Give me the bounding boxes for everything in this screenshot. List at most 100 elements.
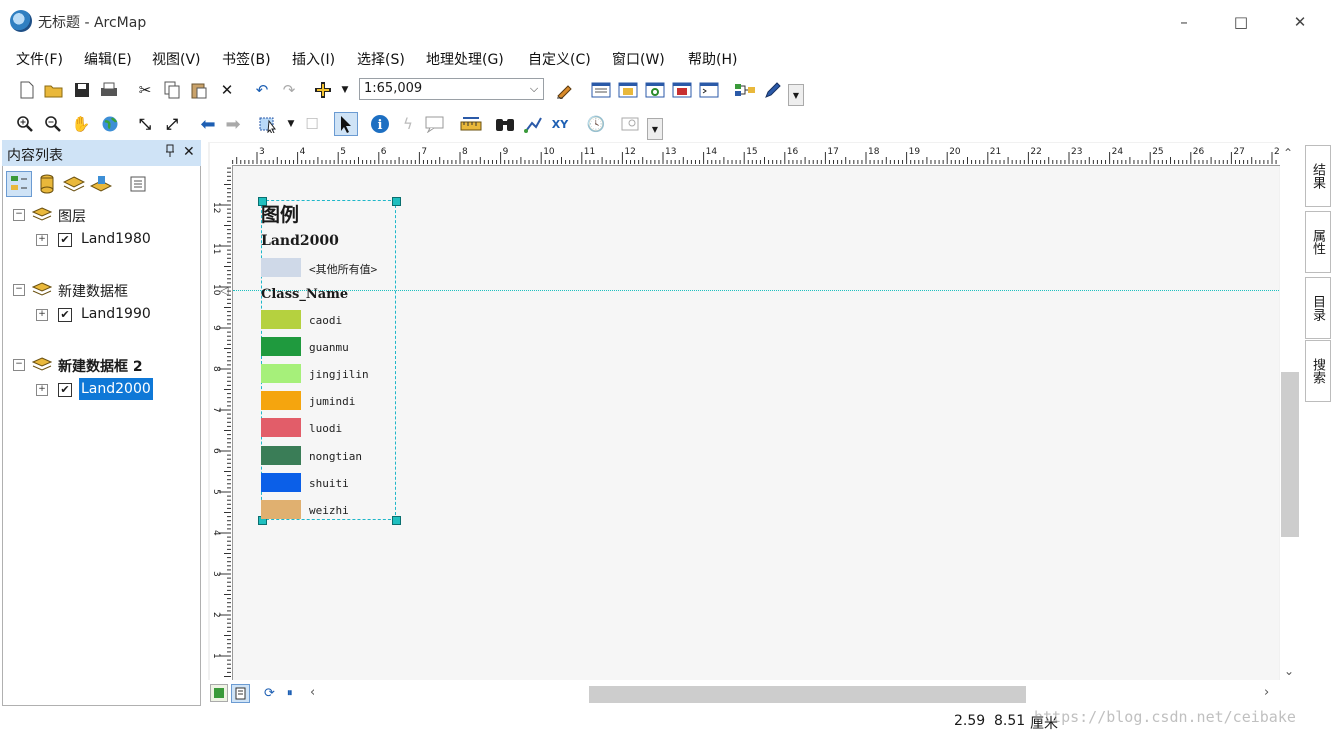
layer-visibility-checkbox[interactable]: ✔ xyxy=(58,233,72,247)
scroll-down-icon[interactable]: ⌄ xyxy=(1284,664,1294,678)
identify-icon[interactable]: i xyxy=(369,113,391,135)
close-button[interactable]: ✕ xyxy=(1282,8,1318,36)
scroll-left-icon[interactable]: ‹ xyxy=(310,685,315,700)
ruler-label: 7 xyxy=(211,407,221,413)
list-by-source-icon[interactable] xyxy=(36,173,58,195)
menu-customize[interactable]: 自定义(C) xyxy=(528,49,591,69)
go-to-xy-icon[interactable]: XY xyxy=(549,113,571,135)
back-extent-icon[interactable]: ⬅ xyxy=(197,113,219,135)
layer-visibility-checkbox[interactable]: ✔ xyxy=(58,383,72,397)
menu-insert[interactable]: 插入(I) xyxy=(292,49,335,69)
data-frame-name[interactable]: 图层 xyxy=(58,206,86,226)
arctoolbox-icon[interactable] xyxy=(671,79,693,101)
layer-expand-toggle[interactable]: + xyxy=(36,234,48,246)
new-document-icon[interactable] xyxy=(16,79,38,101)
menu-edit[interactable]: 编辑(E) xyxy=(84,49,132,69)
menu-help[interactable]: 帮助(H) xyxy=(688,49,737,69)
layout-view-icon[interactable] xyxy=(231,684,250,703)
customize-pen-icon[interactable] xyxy=(762,79,784,101)
add-data-icon[interactable] xyxy=(312,79,334,101)
save-icon[interactable] xyxy=(71,79,93,101)
add-data-dropdown-icon[interactable]: ▼ xyxy=(334,79,356,101)
select-elements-arrow-icon[interactable] xyxy=(334,112,358,136)
scroll-right-icon[interactable]: › xyxy=(1264,685,1269,700)
select-features-icon[interactable] xyxy=(258,113,280,135)
redo-icon[interactable]: ↷ xyxy=(278,79,300,101)
active-data-frame-name[interactable]: 新建数据框 2 xyxy=(58,356,143,376)
attributes-dock-tab[interactable]: 属性 xyxy=(1305,211,1331,273)
minimize-button[interactable]: – xyxy=(1166,8,1202,36)
fixed-zoom-in-icon[interactable]: ⤡ xyxy=(134,113,156,135)
find-binoculars-icon[interactable] xyxy=(494,113,516,135)
menu-window[interactable]: 窗口(W) xyxy=(612,49,665,69)
select-dropdown-icon[interactable]: ▼ xyxy=(280,113,302,135)
map-scale-input[interactable]: 1:65,009 xyxy=(359,78,544,100)
search-window-icon[interactable] xyxy=(644,79,666,101)
forward-extent-icon[interactable]: ➡ xyxy=(222,113,244,135)
paste-icon[interactable] xyxy=(188,79,210,101)
hyperlink-icon[interactable]: ϟ xyxy=(397,113,419,135)
layer-visibility-checkbox[interactable]: ✔ xyxy=(58,308,72,322)
resize-handle[interactable] xyxy=(392,516,401,525)
find-route-icon[interactable] xyxy=(522,113,544,135)
print-icon[interactable] xyxy=(98,79,120,101)
selected-layer-name[interactable]: Land2000 xyxy=(79,378,153,400)
toc-pin-icon[interactable] xyxy=(165,144,175,162)
vertical-scroll-thumb[interactable] xyxy=(1281,372,1299,537)
data-frame-name[interactable]: 新建数据框 xyxy=(58,281,128,301)
horizontal-scroll-thumb[interactable] xyxy=(589,686,1026,703)
time-slider-icon[interactable]: 🕓 xyxy=(585,113,607,135)
zoom-out-icon[interactable] xyxy=(42,113,64,135)
copy-icon[interactable] xyxy=(161,79,183,101)
menu-file[interactable]: 文件(F) xyxy=(16,49,63,69)
refresh-icon[interactable]: ⟳ xyxy=(264,686,275,701)
zoom-in-icon[interactable] xyxy=(14,113,36,135)
catalog-window-icon[interactable] xyxy=(617,79,639,101)
menu-bookmarks[interactable]: 书签(B) xyxy=(222,49,271,69)
toolbar-options-icon[interactable]: ▼ xyxy=(788,84,804,106)
menu-geoprocessing[interactable]: 地理处理(G) xyxy=(426,49,504,69)
toc-options-icon[interactable] xyxy=(127,173,149,195)
create-viewer-window-icon[interactable] xyxy=(620,113,642,135)
results-dock-tab[interactable]: 结果 xyxy=(1305,145,1331,207)
list-by-visibility-icon[interactable] xyxy=(63,173,85,195)
delete-icon[interactable]: ✕ xyxy=(216,79,238,101)
scale-dropdown-icon[interactable]: ⌵ xyxy=(525,80,543,98)
modelbuilder-icon[interactable] xyxy=(734,79,756,101)
clear-selection-icon[interactable]: ☐ xyxy=(301,113,323,135)
layer-expand-toggle[interactable]: + xyxy=(36,384,48,396)
pause-drawing-icon[interactable]: ⏸ xyxy=(287,686,293,700)
legend-label-other: <其他所有值> xyxy=(309,263,378,276)
frame-collapse-toggle[interactable]: − xyxy=(13,284,25,296)
layer-name[interactable]: Land1990 xyxy=(81,306,151,322)
editor-toolbar-icon[interactable] xyxy=(554,79,576,101)
toc-close-icon[interactable]: ✕ xyxy=(183,144,195,160)
maximize-button[interactable]: □ xyxy=(1223,8,1259,36)
layer-name[interactable]: Land1980 xyxy=(81,231,151,247)
toolbar2-options-icon[interactable]: ▼ xyxy=(647,118,663,140)
layer-expand-toggle[interactable]: + xyxy=(36,309,48,321)
list-by-selection-icon[interactable] xyxy=(90,173,112,195)
resize-handle[interactable] xyxy=(392,197,401,206)
pan-hand-icon[interactable]: ✋ xyxy=(70,113,92,135)
menu-view[interactable]: 视图(V) xyxy=(152,49,201,69)
scroll-up-icon[interactable]: ⌃ xyxy=(1283,146,1293,160)
search-dock-tab[interactable]: 搜索 xyxy=(1305,340,1331,402)
html-popup-icon[interactable] xyxy=(424,113,446,135)
full-extent-globe-icon[interactable] xyxy=(99,113,121,135)
catalog-dock-tab[interactable]: 目录 xyxy=(1305,277,1331,339)
cut-icon[interactable]: ✂ xyxy=(134,79,156,101)
open-folder-icon[interactable] xyxy=(43,79,65,101)
measure-icon[interactable] xyxy=(460,113,482,135)
python-window-icon[interactable] xyxy=(698,79,720,101)
ruler-label: 21 xyxy=(990,147,1001,157)
menu-selection[interactable]: 选择(S) xyxy=(357,49,405,69)
legend-layer-name: Land2000 xyxy=(261,233,339,249)
undo-icon[interactable]: ↶ xyxy=(251,79,273,101)
toc-window-icon[interactable] xyxy=(590,79,612,101)
fixed-zoom-out-icon[interactable]: ⤢ xyxy=(161,113,183,135)
frame-collapse-toggle[interactable]: − xyxy=(13,359,25,371)
list-by-drawing-order-tab[interactable] xyxy=(6,171,32,197)
frame-collapse-toggle[interactable]: − xyxy=(13,209,25,221)
data-view-icon[interactable] xyxy=(210,684,228,702)
